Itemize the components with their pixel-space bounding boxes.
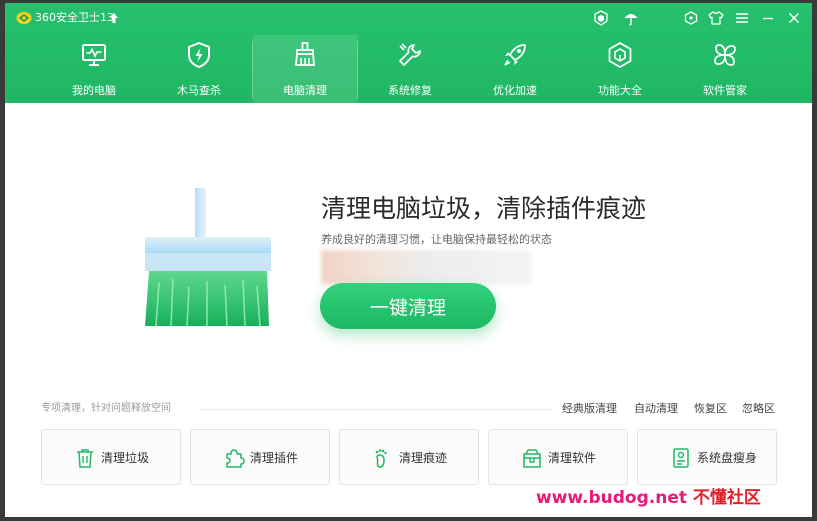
broom-illustration — [145, 188, 271, 327]
nav-item-pc-cleanup[interactable]: 电脑清理 — [253, 35, 357, 103]
nav-item-my-computer[interactable]: 我的电脑 — [42, 35, 146, 103]
blurred-region — [321, 250, 531, 284]
package-icon — [523, 449, 541, 468]
tool-clean-junk[interactable]: 清理垃圾 — [41, 429, 181, 485]
ignore-area-link[interactable]: 忽略区 — [742, 402, 775, 415]
nav-label: 软件管家 — [703, 84, 747, 97]
monitor-icon — [82, 44, 106, 66]
shield-bolt-icon — [188, 41, 210, 69]
auto-cleanup-link[interactable]: 自动清理 — [634, 402, 678, 415]
skin-icon[interactable] — [683, 10, 699, 26]
header: 360安全卫士13 我的电脑 木马查杀 电脑清理 系统修复 优化加速 功能大全 … — [5, 3, 812, 103]
trash-icon — [77, 449, 93, 468]
nav-item-system-repair[interactable]: 系统修复 — [358, 35, 462, 103]
minimize-icon[interactable] — [760, 10, 776, 26]
site-watermark: www.budog.net 不懂社区 — [536, 487, 761, 509]
tool-label: 清理垃圾 — [101, 451, 150, 465]
app-title: 360安全卫士13 — [35, 11, 114, 24]
title-bar: 360安全卫士13 — [5, 3, 812, 33]
watermark-site: www.budog.net — [536, 488, 687, 508]
section-divider — [201, 409, 551, 410]
umbrella-icon[interactable] — [623, 10, 639, 26]
nav-label: 我的电脑 — [72, 84, 116, 97]
tool-label: 系统盘瘦身 — [697, 451, 758, 465]
tool-system-disk-slim[interactable]: 系统盘瘦身 — [637, 429, 777, 485]
nav-label: 系统修复 — [388, 84, 432, 97]
menu-icon[interactable] — [734, 10, 750, 26]
recovery-area-link[interactable]: 恢复区 — [694, 402, 727, 415]
tool-label: 清理软件 — [548, 451, 597, 465]
watermark-name: 不懂社区 — [692, 488, 761, 508]
upgrade-arrow-icon[interactable] — [109, 12, 119, 24]
section-label: 专项清理，针对问题释放空间 — [41, 403, 171, 414]
broom-icon — [295, 42, 315, 66]
puzzle-icon — [226, 449, 245, 468]
headline: 清理电脑垃圾，清除插件痕迹 — [321, 194, 647, 223]
shirt-icon[interactable] — [708, 10, 724, 26]
close-icon[interactable] — [786, 10, 802, 26]
main-nav: 我的电脑 木马查杀 电脑清理 系统修复 优化加速 功能大全 软件管家 — [5, 35, 812, 103]
rocket-icon — [504, 44, 526, 66]
tool-clean-traces[interactable]: 清理痕迹 — [339, 429, 479, 485]
wrench-icon — [399, 43, 421, 66]
hexagon-icon — [608, 41, 632, 69]
nav-label: 电脑清理 — [283, 84, 327, 97]
nav-item-features[interactable]: 功能大全 — [568, 35, 672, 103]
tool-label: 清理痕迹 — [399, 451, 448, 465]
nav-label: 功能大全 — [598, 84, 642, 97]
nav-item-trojan-scan[interactable]: 木马查杀 — [147, 35, 251, 103]
subline: 养成良好的清理习惯，让电脑保持最轻松的状态 — [321, 233, 552, 246]
tool-clean-plugins[interactable]: 清理插件 — [190, 429, 330, 485]
nav-item-optimize[interactable]: 优化加速 — [463, 35, 567, 103]
nav-label: 优化加速 — [493, 84, 537, 97]
app-logo-icon — [16, 12, 32, 24]
classic-cleanup-link[interactable]: 经典版清理 — [562, 402, 617, 415]
one-click-clean-button[interactable]: 一键清理 — [320, 283, 496, 329]
nav-label: 木马查杀 — [177, 84, 221, 97]
tool-label: 清理插件 — [250, 451, 299, 465]
tool-clean-software[interactable]: 清理软件 — [488, 429, 628, 485]
app-window: 360安全卫士13 我的电脑 木马查杀 电脑清理 系统修复 优化加速 功能大全 … — [5, 3, 812, 517]
disk-icon — [673, 448, 689, 468]
flower-icon — [714, 44, 736, 66]
shield-badge-icon[interactable] — [593, 10, 609, 26]
nav-item-software-manager[interactable]: 软件管家 — [673, 35, 777, 103]
footprint-icon — [375, 449, 387, 468]
